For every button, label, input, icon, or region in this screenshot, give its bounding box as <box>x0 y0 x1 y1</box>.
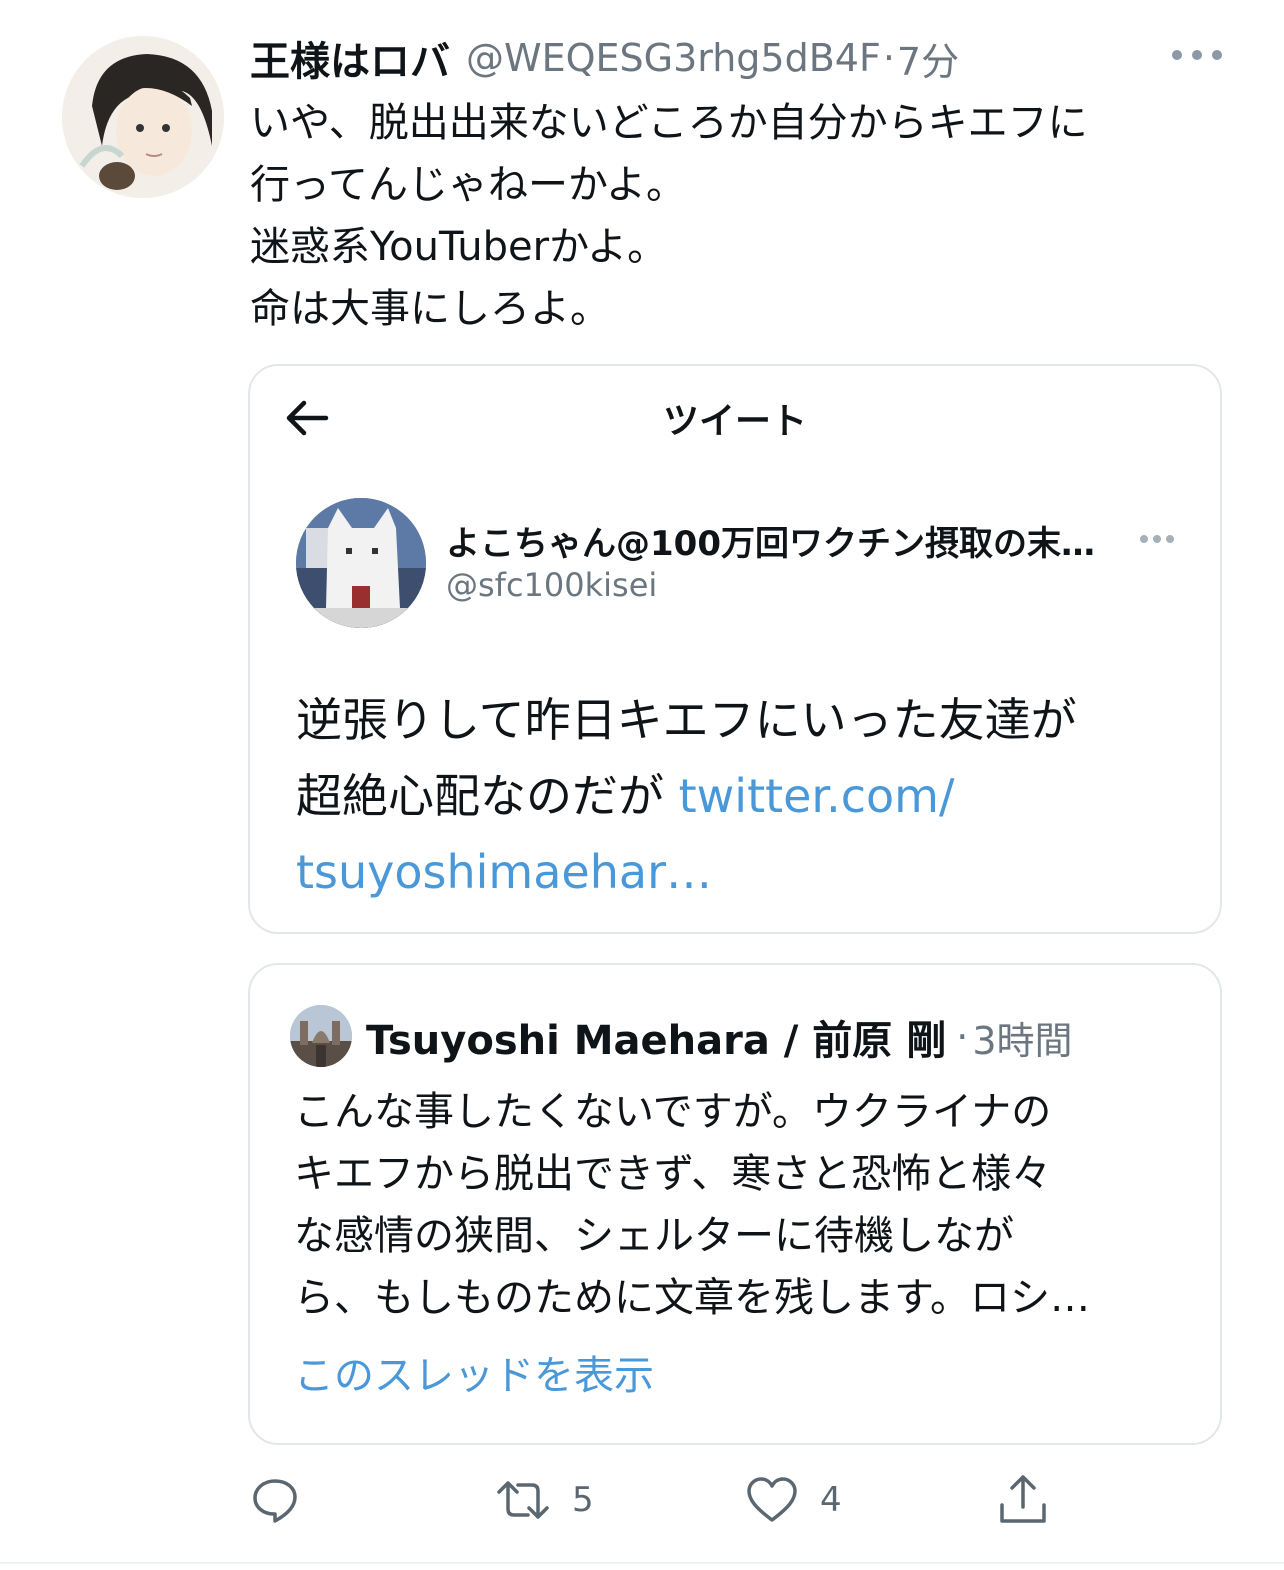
quoted-body-line: こんな事したくないですが。ウクライナの <box>294 1089 1052 1135</box>
screen-title: ツイート <box>662 401 807 442</box>
quoted-image-card[interactable]: ツイート よこちゃん@100万回ワクチン摂取の末… @sfc100kisei 逆… <box>248 364 1222 934</box>
author-avatar-illustration <box>62 36 224 198</box>
tweet-line: 迷惑系YouTuberかよ。 <box>250 224 668 270</box>
quoted-author-avatar <box>290 1005 352 1067</box>
more-dot <box>1153 535 1161 543</box>
like-button[interactable]: 4 <box>746 1470 842 1530</box>
more-dot <box>1172 50 1182 60</box>
more-dot <box>1140 535 1148 543</box>
quoted-tweet-text: 逆張りして昨日キエフにいった友達が 超絶心配なのだが twitter.com/ … <box>296 682 1196 910</box>
retweet-button[interactable]: 5 <box>496 1470 594 1530</box>
quoted-body-line: ら、もしものために文章を残します。ロシ… <box>294 1275 1090 1321</box>
quoted-link-part2: tsuyoshimaehar… <box>296 845 712 899</box>
heart-icon <box>747 1477 797 1522</box>
quoted-body-line: キエフから脱出できず、寒さと恐怖と様々 <box>294 1151 1052 1197</box>
show-thread-link[interactable]: このスレッドを表示 <box>294 1343 654 1401</box>
reply-icon <box>253 1479 297 1523</box>
tweet-header: 王様はロバ @WEQESG3rhg5dB4F · 7分 <box>250 30 959 86</box>
quoted-body-line: な感情の狭間、シェルターに待機しなが <box>294 1213 1014 1259</box>
pixel-cat-icon <box>296 498 426 628</box>
quoted-user-handle: @sfc100kisei <box>446 566 658 604</box>
share-icon <box>1000 1475 1046 1523</box>
quoted-text-line: 逆張りして昨日キエフにいった友達が <box>296 693 1077 747</box>
divider <box>0 1562 1284 1564</box>
author-handle[interactable]: @WEQESG3rhg5dB4F <box>466 36 881 80</box>
quoted-author-name: Tsuyoshi Maehara / 前原 剛 <box>366 1018 947 1064</box>
quoted-tweet-body: こんな事したくないですが。ウクライナの キエフから脱出できず、寒さと恐怖と様々 … <box>294 1081 1194 1329</box>
cathedral-photo-icon <box>290 1005 352 1067</box>
quoted-link-part1: twitter.com/ <box>678 769 955 823</box>
author-avatar[interactable] <box>62 36 224 198</box>
tweet-body: いや、脱出出来ないどころか自分からキエフに 行ってんじゃねーかよ。 迷惑系You… <box>250 92 1230 340</box>
quoted-more-icon <box>1140 532 1174 546</box>
like-count: 4 <box>820 1480 842 1520</box>
tweet-line: いや、脱出出来ないどころか自分からキエフに <box>250 100 1088 146</box>
tweet-line: 命は大事にしろよ。 <box>250 286 610 332</box>
tweet-line: 行ってんじゃねーかよ。 <box>250 162 686 208</box>
more-dot <box>1166 535 1174 543</box>
quoted-timestamp: 3時間 <box>972 1018 1073 1063</box>
quoted-text-line-2: 超絶心配なのだが twitter.com/ <box>296 758 1196 834</box>
quoted-text-part: 超絶心配なのだが <box>296 769 664 823</box>
quoted-tweet-card[interactable]: Tsuyoshi Maehara / 前原 剛 · 3時間 こんな事したくないで… <box>248 963 1222 1445</box>
share-button[interactable] <box>998 1470 1048 1530</box>
retweet-count: 5 <box>572 1480 594 1520</box>
quoted-user-avatar <box>296 498 426 628</box>
quoted-tweet-header: Tsuyoshi Maehara / 前原 剛 · 3時間 <box>366 1009 1073 1065</box>
author-display-name[interactable]: 王様はロバ <box>250 29 450 87</box>
reply-button[interactable] <box>250 1470 300 1530</box>
more-options-icon[interactable] <box>1172 40 1222 70</box>
tweet-timestamp[interactable]: 7分 <box>897 31 959 86</box>
retweet-icon <box>497 1481 549 1519</box>
quoted-header-separator: · <box>956 1015 969 1059</box>
action-bar: 5 4 <box>250 1470 1070 1530</box>
header-separator: · <box>882 36 895 80</box>
more-dot <box>1212 50 1222 60</box>
more-dot <box>1192 50 1202 60</box>
quoted-user-display-name: よこちゃん@100万回ワクチン摂取の末… <box>446 524 1095 564</box>
